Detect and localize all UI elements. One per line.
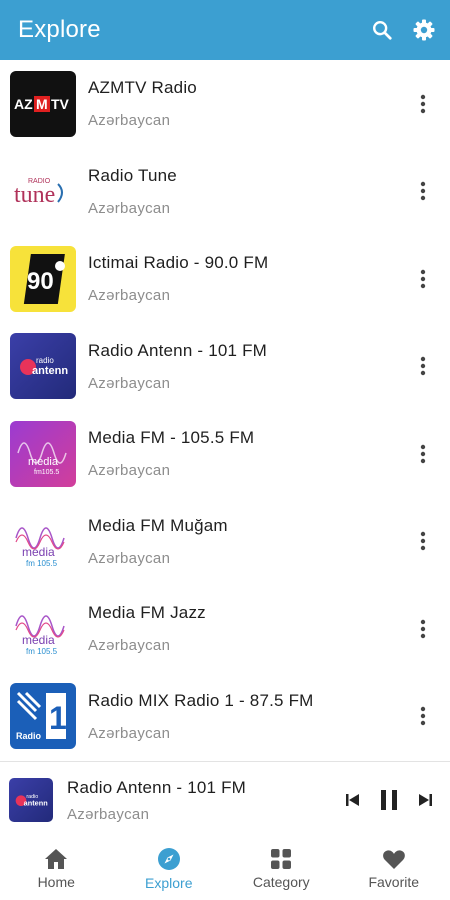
station-name: Media FM Jazz (88, 603, 206, 623)
station-name: AZMTV Radio (88, 78, 197, 98)
heart-icon (382, 850, 405, 869)
svg-text:media: media (28, 456, 59, 468)
station-logo: media fm 105.5 (10, 595, 76, 662)
nav-category-label: Category (252, 874, 310, 890)
more-options-icon[interactable] (408, 346, 438, 386)
list-item[interactable]: media fm 105.5 Media FM Muğam Azərbaycan (0, 498, 450, 586)
nav-explore[interactable]: Explore (113, 838, 226, 900)
skip-next-icon[interactable] (410, 785, 440, 815)
nav-home[interactable]: Home (0, 838, 113, 900)
station-logo: AZ M TV (10, 70, 76, 137)
station-name: Media FM Muğam (88, 515, 228, 535)
more-options-icon[interactable] (408, 259, 438, 299)
svg-text:90: 90 (27, 268, 54, 295)
svg-text:tune: tune (14, 182, 55, 208)
skip-previous-icon[interactable] (338, 785, 368, 815)
svg-text:media: media (22, 545, 55, 559)
station-country: Azərbaycan (88, 374, 171, 392)
compass-icon (157, 848, 180, 870)
svg-text:antenn: antenn (24, 798, 49, 807)
list-item[interactable]: RADIO tune Radio Tune Azərbaycan (0, 148, 450, 236)
more-options-icon[interactable] (408, 521, 438, 561)
more-options-icon[interactable] (408, 609, 438, 649)
station-country: Azərbaycan (88, 112, 171, 130)
gear-icon[interactable] (410, 16, 438, 44)
station-logo: radio antenn (10, 333, 76, 400)
more-options-icon[interactable] (408, 434, 438, 474)
station-logo: 1 Radio (10, 683, 76, 750)
mini-player[interactable]: radio antenn Radio Antenn - 101 FM Azərb… (0, 761, 450, 838)
station-country: Azərbaycan (88, 199, 171, 217)
svg-text:radio: radio (36, 356, 54, 365)
svg-text:fm105.5: fm105.5 (34, 469, 59, 476)
svg-text:media: media (22, 633, 55, 647)
station-list: AZ M TV AZMTV Radio Azərbaycan RADIO tun… (0, 60, 450, 760)
now-playing-logo: radio antenn (9, 778, 53, 822)
nav-category[interactable]: Category (225, 838, 338, 900)
list-item[interactable]: AZ M TV AZMTV Radio Azərbaycan (0, 60, 450, 148)
search-icon[interactable] (368, 16, 396, 44)
station-name: Radio MIX Radio 1 - 87.5 FM (88, 690, 314, 710)
nav-explore-label: Explore (145, 875, 193, 891)
more-options-icon[interactable] (408, 696, 438, 736)
list-item[interactable]: 1 Radio Radio MIX Radio 1 - 87.5 FM Azər… (0, 673, 450, 761)
svg-text:antenn: antenn (32, 365, 68, 377)
grid-icon (271, 849, 292, 869)
svg-text:TV: TV (51, 96, 70, 112)
bottom-navigation: Home Explore Category Favorite (0, 838, 450, 900)
station-country: Azərbaycan (88, 637, 171, 655)
page-title: Explore (18, 16, 101, 43)
home-icon (45, 849, 68, 869)
list-item[interactable]: media fm 105.5 Media FM Jazz Azərbaycan (0, 585, 450, 673)
svg-text:1: 1 (49, 700, 67, 736)
station-country: Azərbaycan (88, 287, 171, 305)
now-playing-country: Azərbaycan (67, 805, 150, 823)
nav-home-label: Home (37, 874, 75, 890)
station-name: Media FM - 105.5 FM (88, 428, 255, 448)
station-logo: media fm105.5 (10, 420, 76, 487)
svg-text:AZ: AZ (14, 96, 33, 112)
svg-text:fm 105.5: fm 105.5 (26, 647, 58, 656)
station-country: Azərbaycan (88, 549, 171, 567)
station-country: Azərbaycan (88, 462, 171, 480)
nav-favorite-label: Favorite (368, 874, 420, 890)
list-item[interactable]: 90 Ictimai Radio - 90.0 FM Azərbaycan (0, 235, 450, 323)
pause-icon[interactable] (374, 785, 404, 815)
station-name: Radio Antenn - 101 FM (88, 340, 268, 360)
app-bar: Explore (0, 0, 450, 60)
list-item[interactable]: media fm105.5 Media FM - 105.5 FM Azərba… (0, 410, 450, 498)
station-logo: RADIO tune (10, 158, 76, 225)
list-item[interactable]: radio antenn Radio Antenn - 101 FM Azərb… (0, 323, 450, 411)
station-name: Ictimai Radio - 90.0 FM (88, 253, 269, 273)
now-playing-name: Radio Antenn - 101 FM (67, 777, 247, 797)
svg-text:M: M (36, 96, 48, 112)
svg-text:fm 105.5: fm 105.5 (26, 559, 58, 568)
station-logo: media fm 105.5 (10, 508, 76, 575)
station-logo: 90 (10, 245, 76, 312)
station-name: Radio Tune (88, 165, 177, 185)
station-country: Azərbaycan (88, 724, 171, 742)
svg-text:Radio: Radio (16, 731, 42, 741)
nav-favorite[interactable]: Favorite (338, 838, 450, 900)
more-options-icon[interactable] (408, 171, 438, 211)
more-options-icon[interactable] (408, 84, 438, 124)
